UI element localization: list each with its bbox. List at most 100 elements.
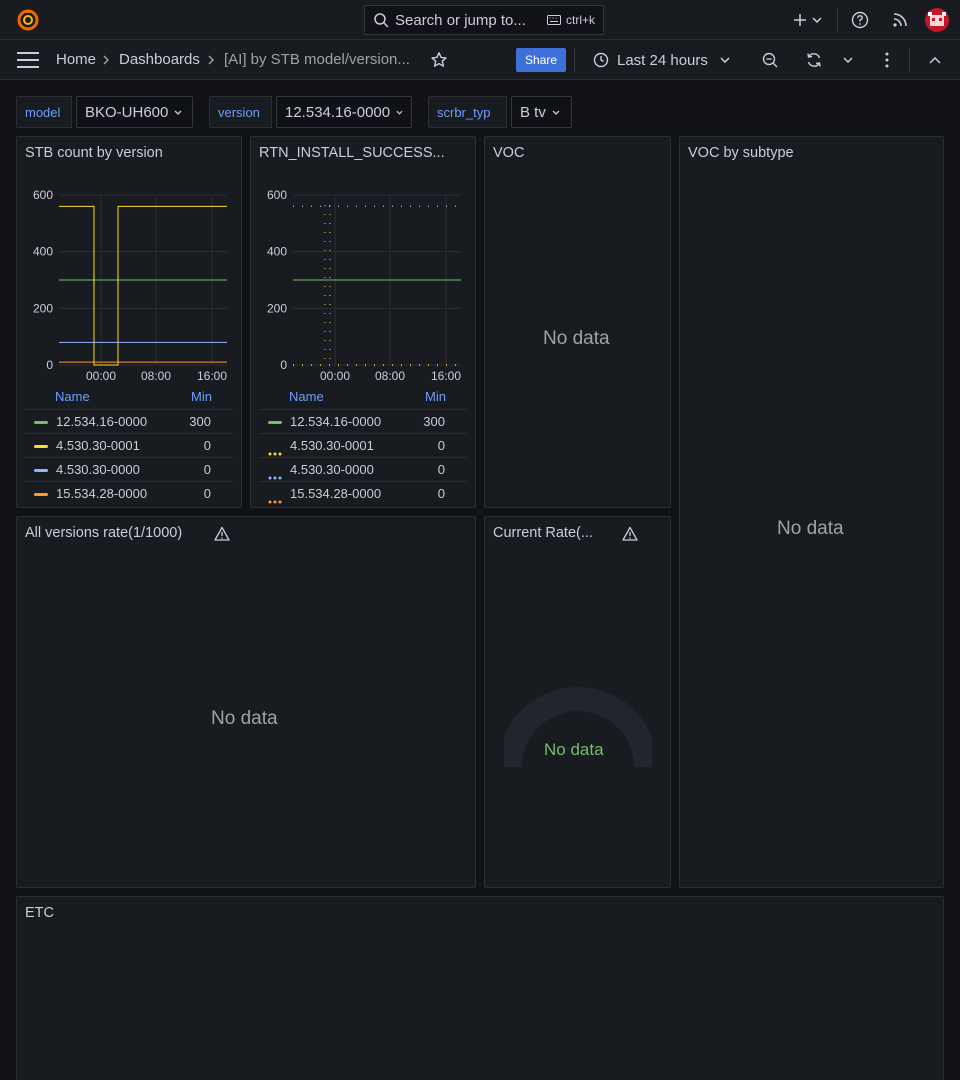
legend-header-name[interactable]: Name <box>289 389 324 404</box>
legend-swatch <box>34 445 48 448</box>
legend-series-name: 4.530.30-0000 <box>56 462 140 477</box>
search-icon <box>374 13 389 28</box>
legend-series-name: 12.534.16-0000 <box>290 414 382 429</box>
chevron-down-icon <box>720 57 730 63</box>
panel-voc[interactable]: VOC No data <box>484 136 671 508</box>
y-tick-label: 0 <box>46 358 53 372</box>
warning-icon[interactable] <box>214 526 230 542</box>
legend-item[interactable]: 12.534.16-0000 300 <box>259 409 467 433</box>
search-input[interactable]: Search or jump to... ctrl+k <box>364 5 604 35</box>
y-tick-label: 600 <box>33 188 53 202</box>
panel-title: VOC by subtype <box>688 145 794 161</box>
grafana-logo[interactable] <box>16 8 40 32</box>
legend-item[interactable]: 15.534.28-0000 0 <box>25 481 233 505</box>
warning-icon[interactable] <box>622 526 638 542</box>
legend-header-min[interactable]: Min <box>425 389 446 404</box>
chevron-right-icon <box>103 55 109 65</box>
variable-label-model: model <box>16 96 72 128</box>
no-data-message: No data <box>777 518 844 539</box>
y-tick-label: 0 <box>280 358 287 372</box>
legend-item[interactable]: 12.534.16-0000 300 <box>25 409 233 433</box>
no-data-message: No data <box>211 708 278 729</box>
panel-all-versions-rate[interactable]: All versions rate(1/1000) No data <box>16 516 476 888</box>
series-line <box>59 205 227 366</box>
variable-select-model[interactable]: BKO-UH600 <box>76 96 193 128</box>
keyboard-icon <box>546 15 561 25</box>
legend-swatch <box>268 468 282 480</box>
breadcrumb-home[interactable]: Home <box>56 51 96 68</box>
panel-voc-by-subtype[interactable]: VOC by subtype No data <box>679 136 944 888</box>
panel-title: All versions rate(1/1000) <box>25 525 183 541</box>
top-bar: Search or jump to... ctrl+k <box>0 0 960 40</box>
divider <box>837 8 838 32</box>
legend-min-value: 300 <box>189 414 211 429</box>
legend-series-name: 15.534.28-0000 <box>290 486 382 501</box>
panel-title: Current Rate(... <box>493 525 593 541</box>
chevron-right-icon <box>208 55 214 65</box>
legend-min-value: 0 <box>203 486 211 501</box>
legend-min-value: 0 <box>437 486 445 501</box>
legend-series-name: 15.534.28-0000 <box>56 486 148 501</box>
rss-icon[interactable] <box>890 10 910 30</box>
breadcrumb-dashboards[interactable]: Dashboards <box>119 51 200 68</box>
rtn-install-chart: 0 200 400 600 00:00 08:00 16:00 <box>267 188 461 383</box>
panel-etc[interactable]: ETC <box>16 896 944 1080</box>
panel-title: ETC <box>25 905 54 921</box>
stb-count-chart: 0 200 400 600 00:00 08:00 16:00 <box>33 188 227 383</box>
time-range-picker[interactable]: Last 24 hours <box>593 50 738 70</box>
zoom-out-icon[interactable] <box>760 50 780 70</box>
menu-icon[interactable] <box>17 52 39 68</box>
x-tick-label: 16:00 <box>431 369 461 383</box>
legend-swatch <box>268 444 282 456</box>
no-data-message: No data <box>543 328 610 349</box>
avatar[interactable] <box>925 8 949 32</box>
panel-title: VOC <box>493 145 525 161</box>
legend-swatch <box>34 469 48 472</box>
clock-icon <box>593 52 609 68</box>
legend-min-value: 300 <box>423 414 445 429</box>
x-tick-label: 00:00 <box>320 369 350 383</box>
chevron-down-icon[interactable] <box>807 10 827 30</box>
variable-select-scrbr-typ[interactable]: B tv <box>511 96 572 128</box>
legend-min-value: 0 <box>203 462 211 477</box>
legend-series-name: 4.530.30-0000 <box>290 462 374 477</box>
panel-rtn-install-success[interactable]: RTN_INSTALL_SUCCESS... 0 200 400 600 00:00 08… <box>250 136 476 508</box>
star-icon[interactable] <box>430 51 448 69</box>
search-placeholder: Search or jump to... <box>395 11 526 29</box>
legend-item[interactable]: 15.534.28-0000 0 <box>259 481 467 505</box>
chevron-down-icon[interactable] <box>838 50 858 70</box>
share-button[interactable]: Share <box>516 48 566 72</box>
legend-header-name[interactable]: Name <box>55 389 90 404</box>
y-tick-label: 200 <box>267 301 287 315</box>
legend-min-value: 0 <box>437 438 445 453</box>
variable-label-version: version <box>209 96 272 128</box>
legend-item[interactable]: 4.530.30-0000 0 <box>259 457 467 481</box>
legend-item[interactable]: 4.530.30-0001 0 <box>259 433 467 457</box>
y-tick-label: 400 <box>267 245 287 259</box>
legend-item[interactable]: 4.530.30-0000 0 <box>25 457 233 481</box>
help-icon[interactable] <box>850 10 870 30</box>
legend-swatch <box>34 493 48 496</box>
chevron-up-icon[interactable] <box>925 50 945 70</box>
panel-stb-count[interactable]: STB count by version 0 200 400 600 00:00 08:0… <box>16 136 242 508</box>
refresh-icon[interactable] <box>804 50 824 70</box>
legend-item[interactable]: 4.530.30-0001 0 <box>25 433 233 457</box>
x-tick-label: 00:00 <box>86 369 116 383</box>
gauge-no-data: No data <box>544 740 604 759</box>
y-tick-label: 400 <box>33 245 53 259</box>
divider <box>909 48 910 72</box>
more-options-icon[interactable] <box>877 50 897 70</box>
search-shortcut: ctrl+k <box>546 13 595 27</box>
variable-label-scrbr-typ: scrbr_typ <box>428 96 507 128</box>
x-tick-label: 08:00 <box>141 369 171 383</box>
legend-min-value: 0 <box>203 438 211 453</box>
legend-header-min[interactable]: Min <box>191 389 212 404</box>
variable-select-version[interactable]: 12.534.16-0000 <box>276 96 412 128</box>
legend-swatch <box>34 421 48 424</box>
panel-current-rate[interactable]: Current Rate(... No data <box>484 516 671 888</box>
y-tick-label: 200 <box>33 301 53 315</box>
legend-series-name: 4.530.30-0001 <box>56 438 140 453</box>
chevron-down-icon <box>396 110 403 115</box>
panel-title: RTN_INSTALL_SUCCESS... <box>259 145 445 161</box>
y-tick-label: 600 <box>267 188 287 202</box>
